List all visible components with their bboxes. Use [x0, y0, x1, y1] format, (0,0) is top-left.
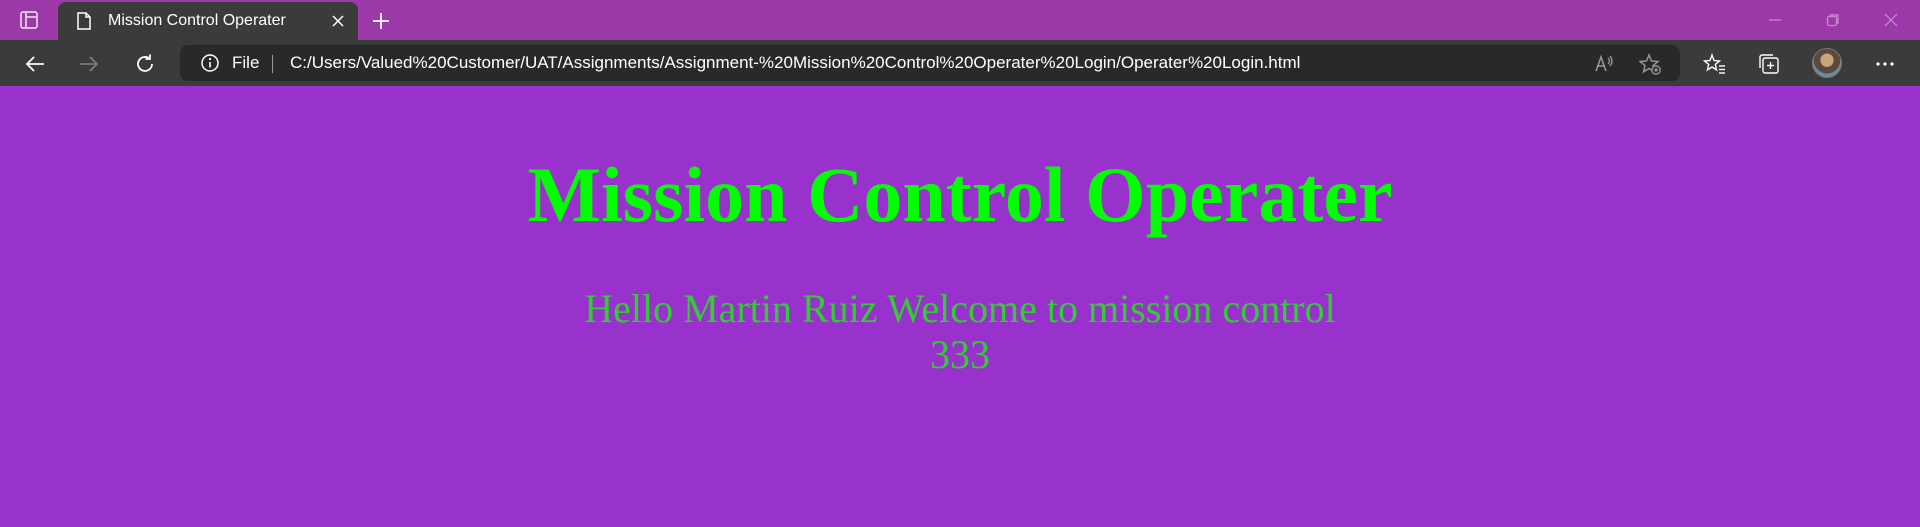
forward-icon: [74, 49, 104, 79]
back-icon[interactable]: [20, 49, 50, 79]
browser-window: Mission Control Operater File C:/Users/V…: [0, 0, 1920, 527]
scheme-label[interactable]: File: [232, 53, 259, 73]
page-title: Mission Control Operater: [527, 151, 1393, 238]
plus-icon[interactable]: [368, 8, 394, 34]
restore-icon[interactable]: [1804, 0, 1862, 40]
tab-strip: Mission Control Operater: [0, 0, 1920, 40]
info-icon[interactable]: [200, 53, 220, 73]
minimize-icon[interactable]: [1746, 0, 1804, 40]
page-icon: [74, 11, 94, 31]
address-bar[interactable]: File C:/Users/Valued%20Customer/UAT/Assi…: [180, 45, 1680, 81]
close-icon[interactable]: [1862, 0, 1920, 40]
tab-title: Mission Control Operater: [108, 12, 286, 29]
close-icon[interactable]: [328, 11, 348, 31]
page-content: Mission Control Operater Hello Martin Ru…: [0, 86, 1920, 527]
welcome-message: Hello Martin Ruiz Welcome to mission con…: [0, 286, 1920, 378]
more-icon[interactable]: [1870, 49, 1900, 79]
browser-toolbar: File C:/Users/Valued%20Customer/UAT/Assi…: [0, 40, 1920, 86]
avatar[interactable]: [1812, 48, 1842, 78]
collections-icon[interactable]: [1754, 49, 1784, 79]
tab-actions-icon[interactable]: [14, 8, 44, 32]
favorites-icon[interactable]: [1700, 49, 1730, 79]
refresh-icon[interactable]: [130, 49, 160, 79]
window-controls: [1746, 0, 1920, 40]
tab-active[interactable]: Mission Control Operater: [58, 2, 358, 40]
read-aloud-icon[interactable]: [1592, 52, 1616, 76]
address-separator: [272, 55, 273, 73]
add-favorite-icon[interactable]: [1638, 52, 1662, 76]
welcome-line-greeting: Hello Martin Ruiz Welcome to mission con…: [584, 286, 1336, 331]
welcome-line-number: 333: [930, 332, 990, 377]
url-text[interactable]: C:/Users/Valued%20Customer/UAT/Assignmen…: [290, 53, 1300, 73]
